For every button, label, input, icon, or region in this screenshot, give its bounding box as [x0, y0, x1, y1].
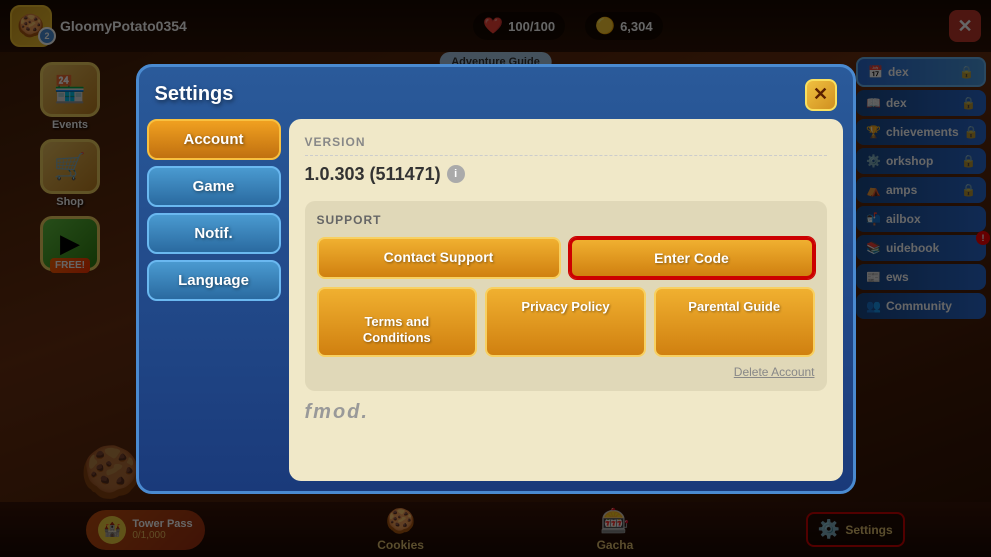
version-number: 1.0.303 (511471) i — [305, 164, 827, 185]
tab-sidebar: Account Game Notif. Language — [139, 119, 289, 491]
tab-game[interactable]: Game — [147, 166, 281, 207]
support-section: Support Contact Support Enter Code Terms… — [305, 201, 827, 392]
parental-guide-button[interactable]: Parental Guide — [654, 287, 815, 358]
terms-button[interactable]: Terms and Conditions — [317, 287, 478, 358]
settings-modal: Settings ✕ Account Game Notif. Language … — [136, 64, 856, 494]
modal-body: Account Game Notif. Language Version 1.0… — [139, 119, 853, 491]
delete-account-link[interactable]: Delete Account — [734, 365, 815, 379]
privacy-policy-button[interactable]: Privacy Policy — [485, 287, 646, 358]
support-row-2: Terms and Conditions Privacy Policy Pare… — [317, 287, 815, 358]
fmod-logo: fmod. — [305, 401, 827, 424]
support-row-1: Contact Support Enter Code — [317, 237, 815, 279]
tab-language[interactable]: Language — [147, 260, 281, 301]
support-title: Support — [317, 213, 815, 227]
tab-notif[interactable]: Notif. — [147, 213, 281, 254]
version-info-badge[interactable]: i — [447, 165, 465, 183]
modal-close-button[interactable]: ✕ — [805, 79, 837, 111]
delete-row: Delete Account — [317, 365, 815, 379]
modal-title: Settings — [155, 83, 234, 106]
contact-support-button[interactable]: Contact Support — [317, 237, 561, 279]
enter-code-button[interactable]: Enter Code — [569, 237, 815, 279]
tab-account[interactable]: Account — [147, 119, 281, 160]
modal-header: Settings ✕ — [139, 67, 853, 119]
content-area: Version 1.0.303 (511471) i Support Conta… — [289, 119, 843, 481]
version-label: Version — [305, 135, 827, 156]
version-section: Version 1.0.303 (511471) i — [305, 135, 827, 185]
